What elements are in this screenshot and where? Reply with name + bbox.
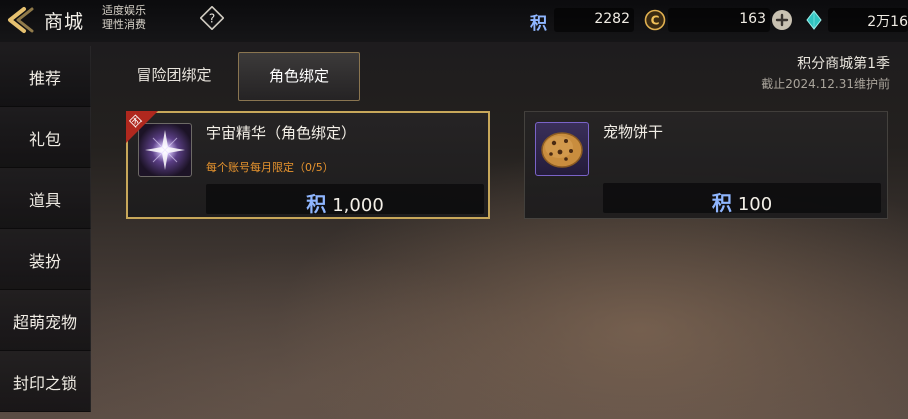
points-ji-icon: 积 xyxy=(711,191,732,215)
item-price: 1,000 xyxy=(332,195,384,216)
points-currency: 积 2282 xyxy=(526,8,636,34)
points-ji-icon: 积 xyxy=(530,14,547,34)
sidebar-item-label: 礼包 xyxy=(28,130,61,149)
help-icon[interactable]: ? xyxy=(199,5,225,31)
svg-text:C: C xyxy=(651,14,660,28)
points-value: 2282 xyxy=(594,11,630,27)
sidebar-item-pets[interactable]: 超萌宠物 xyxy=(0,290,91,351)
diamond-gem-icon xyxy=(804,9,824,31)
top-bar: 商城 适度娱乐 理性消费 ? 积 2282 C 163 2万16 xyxy=(0,0,908,42)
gold-currency: C 163 xyxy=(642,8,794,32)
sidebar-item-label: 封印之锁 xyxy=(12,374,77,393)
advice-line-1: 适度娱乐 xyxy=(102,4,146,17)
season-title: 积分商城第1季 xyxy=(797,56,890,72)
diamond-currency: 2万16 xyxy=(800,8,908,32)
sidebar-item-items[interactable]: 道具 xyxy=(0,168,91,229)
season-deadline: 截止2024.12.31维护前 xyxy=(761,77,890,91)
sidebar-item-seal-lock[interactable]: 封印之锁 xyxy=(0,351,91,412)
page-title: 商城 xyxy=(44,11,85,33)
sidebar-item-label: 推荐 xyxy=(28,69,61,88)
advice-line-2: 理性消费 xyxy=(102,18,146,31)
cookie-icon xyxy=(535,122,589,176)
add-gold-button[interactable] xyxy=(772,10,792,30)
sidebar-item-recommend[interactable]: 推荐 xyxy=(0,46,91,107)
tab-character-bound[interactable]: 角色绑定 xyxy=(238,52,360,101)
shop-item-card[interactable]: 宠物饼干 积 100 xyxy=(524,111,888,219)
sidebar-item-gift-pack[interactable]: 礼包 xyxy=(0,107,91,168)
back-arrow-icon[interactable] xyxy=(2,5,38,35)
price-box[interactable]: 积 100 xyxy=(603,183,881,215)
category-sidebar: 推荐 礼包 道具 装扮 超萌宠物 封印之锁 xyxy=(0,46,91,419)
price-box[interactable]: 积 1,000 xyxy=(206,184,484,216)
item-name: 宇宙精华（角色绑定） xyxy=(206,124,357,142)
play-advice: 适度娱乐 理性消费 xyxy=(102,4,146,32)
shop-item-card[interactable]: 团 宇宙精华（角色绑定） 每个账号每月限定（0/5） 积 1,000 xyxy=(126,111,490,219)
sidebar-item-label: 道具 xyxy=(28,191,61,210)
points-ji-icon: 积 xyxy=(306,192,327,216)
sidebar-item-label: 超萌宠物 xyxy=(12,313,77,332)
sidebar-item-costume[interactable]: 装扮 xyxy=(0,229,91,290)
item-name: 宠物饼干 xyxy=(603,123,664,141)
tab-adventure-bound[interactable]: 冒险团绑定 xyxy=(124,52,224,99)
svg-text:?: ? xyxy=(209,12,215,26)
purchase-limit: 每个账号每月限定（0/5） xyxy=(206,161,334,174)
item-price: 100 xyxy=(737,194,773,215)
sidebar-item-label: 装扮 xyxy=(28,252,61,271)
diamond-value: 2万16 xyxy=(867,14,908,30)
gold-value: 163 xyxy=(739,11,766,27)
plus-icon xyxy=(775,13,789,27)
gold-coin-icon: C xyxy=(644,9,666,31)
